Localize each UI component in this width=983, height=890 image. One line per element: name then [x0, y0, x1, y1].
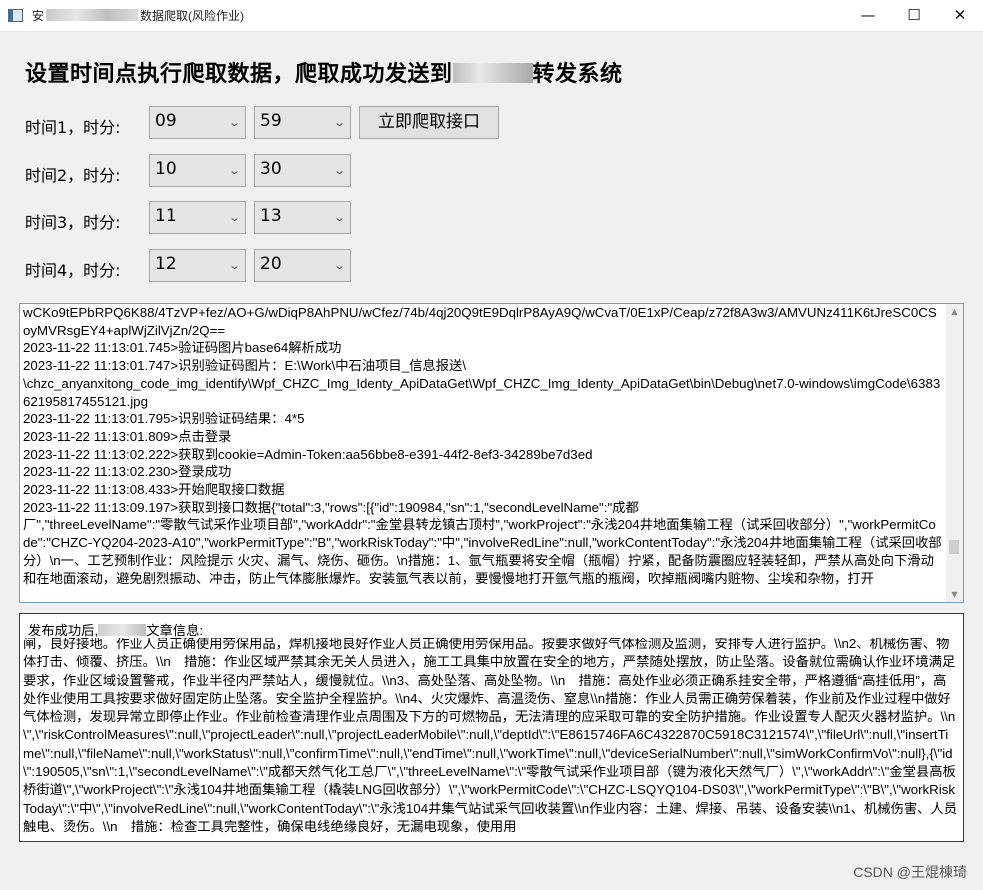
log-text: wCKo9tEPbRPQ6K88/4TzVP+fez/AO+G/wDiqP8Ah… — [23, 304, 943, 587]
log-line: 2023-11-22 11:13:01.747>识别验证码图片：E:\Work\… — [23, 358, 467, 374]
scroll-up-icon[interactable]: ▲ — [946, 307, 963, 316]
chevron-down-icon: ⌄ — [227, 116, 241, 129]
hour-select[interactable]: 11 ⌄ — [149, 201, 246, 234]
publish-title-suffix: 文章信息: — [146, 623, 204, 638]
hour-select[interactable]: 12 ⌄ — [149, 249, 246, 282]
log-line: \chzc_anyanxitong_code_img_identify\Wpf_… — [23, 375, 941, 409]
page-title: 设置时间点执行爬取数据，爬取成功发送到 转发系统 — [25, 56, 623, 88]
chevron-down-icon: ⌄ — [332, 259, 346, 272]
watermark: CSDN @王焜棟琦 — [853, 864, 967, 880]
redacted-block — [98, 624, 147, 636]
log-line: wCKo9tEPbRPQ6K88/4TzVP+fez/AO+G/wDiqP8Ah… — [23, 305, 937, 338]
log-line: 厂","threeLevelName":"零散气试采作业项目部","workAd… — [23, 517, 942, 586]
scroll-down-icon[interactable]: ▼ — [946, 590, 963, 599]
chevron-down-icon: ⌄ — [227, 211, 241, 224]
hour-select[interactable]: 09 ⌄ — [149, 106, 246, 139]
title-bar: 安 数据爬取(风险作业) — ☐ ✕ — [0, 0, 983, 32]
minute-select[interactable]: 13 ⌄ — [254, 201, 351, 234]
minute-value: 13 — [260, 206, 282, 226]
minute-value: 59 — [260, 111, 282, 131]
log-line: 2023-11-22 11:13:01.745>验证码图片base64解析成功 — [23, 340, 342, 356]
schedule-label: 时间2，时分: — [25, 166, 121, 185]
chevron-down-icon: ⌄ — [332, 211, 346, 224]
minimize-button[interactable]: — — [845, 0, 891, 31]
log-line: 2023-11-22 11:13:09.197>获取到接口数据{"total":… — [23, 499, 639, 515]
log-line: 2023-11-22 11:13:02.230>登录成功 — [23, 464, 232, 480]
redacted-block — [452, 63, 533, 83]
minute-select[interactable]: 59 ⌄ — [254, 106, 351, 139]
chevron-down-icon: ⌄ — [227, 259, 241, 272]
publish-result-title: 发布成功后, 文章信息: — [28, 620, 203, 639]
close-button[interactable]: ✕ — [937, 0, 983, 31]
schedule-label: 时间4，时分: — [25, 261, 121, 280]
hour-value: 12 — [155, 254, 177, 274]
log-output-textbox[interactable]: wCKo9tEPbRPQ6K88/4TzVP+fez/AO+G/wDiqP8Ah… — [19, 303, 964, 603]
hour-value: 09 — [155, 111, 177, 131]
log-line: 2023-11-22 11:13:01.795>识别验证码结果：4*5 — [23, 411, 305, 427]
app-window-icon — [8, 9, 23, 22]
schedule-label: 时间3，时分: — [25, 213, 121, 232]
hour-value: 10 — [155, 159, 177, 179]
hour-value: 11 — [155, 206, 177, 226]
publish-result-group: 发布成功后, 文章信息: 闸，良好接地。作业人员正确使用劳保用品，焊机接地良好作业… — [19, 613, 964, 842]
maximize-icon: ☐ — [907, 6, 921, 24]
fetch-now-button[interactable]: 立即爬取接口 — [359, 106, 499, 139]
log-line: 2023-11-22 11:13:02.222>获取到cookie=Admin-… — [23, 446, 593, 462]
page-title-suffix: 转发系统 — [532, 62, 623, 87]
log-scrollbar[interactable]: ▲ ▼ — [946, 304, 963, 602]
maximize-button[interactable]: ☐ — [891, 0, 937, 31]
scrollbar-thumb[interactable] — [949, 540, 959, 554]
minute-value: 30 — [260, 159, 282, 179]
page-title-prefix: 设置时间点执行爬取数据，爬取成功发送到 — [25, 62, 453, 87]
minute-select[interactable]: 30 ⌄ — [254, 154, 351, 187]
publish-response-text: 闸，良好接地。作业人员正确使用劳保用品，焊机接地良好作业人员正确使用劳保用品。按… — [23, 638, 958, 834]
minute-select[interactable]: 20 ⌄ — [254, 249, 351, 282]
chevron-down-icon: ⌄ — [227, 164, 241, 177]
window-title-suffix: 数据爬取(风险作业) — [140, 9, 245, 23]
close-icon: ✕ — [953, 6, 967, 24]
window-title-prefix: 安 — [32, 9, 45, 23]
schedule-label: 时间1，时分: — [25, 118, 121, 137]
log-line: 2023-11-22 11:13:08.433>开始爬取接口数据 — [23, 482, 285, 498]
chevron-down-icon: ⌄ — [332, 116, 346, 129]
chevron-down-icon: ⌄ — [332, 164, 346, 177]
window-title: 安 数据爬取(风险作业) — [32, 7, 244, 24]
redacted-block — [46, 9, 139, 21]
publish-response-textbox[interactable]: 闸，良好接地。作业人员正确使用劳保用品，焊机接地良好作业人员正确使用劳保用品。按… — [23, 638, 960, 838]
minimize-icon: — — [860, 6, 876, 24]
minute-value: 20 — [260, 254, 282, 274]
publish-title-prefix: 发布成功后, — [28, 623, 99, 638]
log-line: 2023-11-22 11:13:01.809>点击登录 — [23, 428, 232, 444]
hour-select[interactable]: 10 ⌄ — [149, 154, 246, 187]
